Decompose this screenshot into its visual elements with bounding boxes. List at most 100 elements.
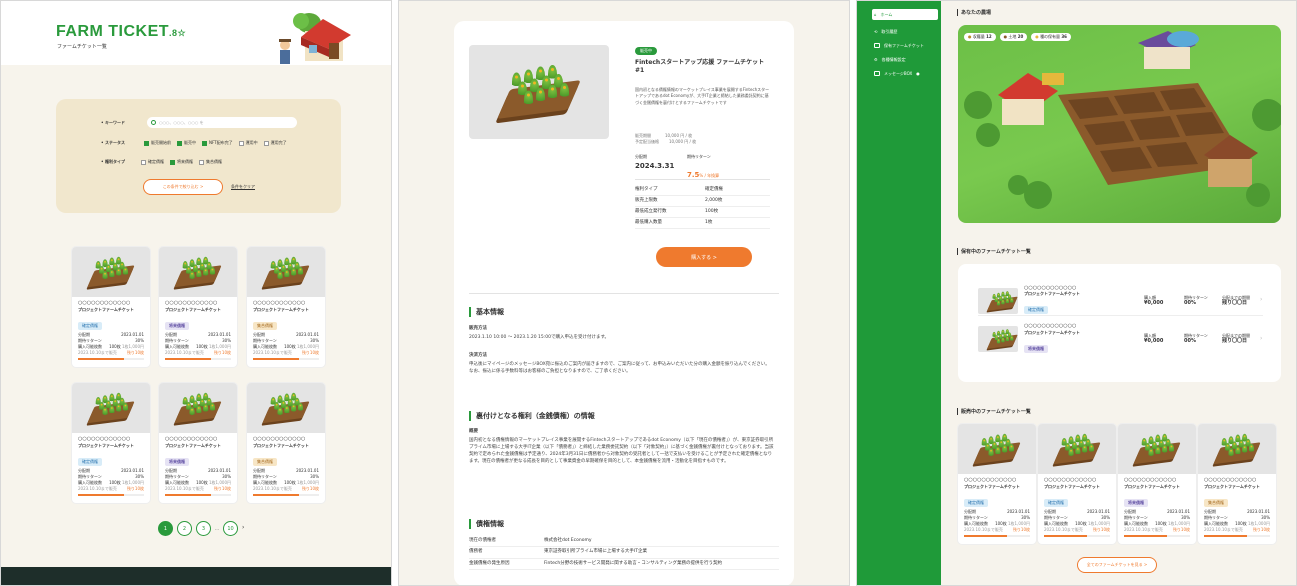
keyword-input[interactable]: ○○○、○○○、○○○ を: [146, 117, 297, 128]
rights-type-tag: 集合債権: [253, 321, 277, 330]
ticket-card-image: [1198, 424, 1276, 474]
page-10-button[interactable]: 10: [223, 521, 238, 536]
ticket-card-subtitle: プロジェクトファームチケット: [253, 442, 309, 448]
logo[interactable]: FARM TICKET.8☆: [56, 23, 186, 41]
sales-progress-bar: [253, 493, 319, 496]
crop-illustration: [973, 433, 1021, 465]
return-label: 期待リターン: [687, 154, 711, 159]
pager-ellipsis: …: [215, 525, 219, 531]
farm-view[interactable]: ● 収穫量 12 ● 土地 20 ● 種の保有量 36: [958, 25, 1281, 223]
sales-progress-bar: [1124, 534, 1190, 537]
crop-illustration: [1213, 433, 1261, 465]
next-page-icon[interactable]: ›: [242, 524, 244, 532]
owned-ticket-list: ○○○○○○○○○○○○ プロジェクトファームチケット 確定債権 購入額 ¥0,0…: [958, 264, 1281, 382]
filter-submit-button[interactable]: この条件で絞り込む >: [143, 179, 223, 195]
card-note-row: 2023.10.10まで販売 残り10枚: [1124, 526, 1190, 532]
rights-type-tag: 将来債権: [1124, 498, 1148, 507]
price-meta: 販売期間 10,000 円 / 枚 予定配当価格 10,000 円 / 枚: [635, 133, 697, 144]
ticket-card-title: ○○○○○○○○○○○○: [78, 436, 131, 442]
ticket-card[interactable]: ○○○○○○○○○○○○ プロジェクトファームチケット 確定債権 分配期 2023…: [72, 383, 150, 503]
rights-checkbox-2[interactable]: 集合債権: [198, 159, 222, 165]
owned-return: 期待リターン 00%: [1184, 294, 1208, 306]
owned-return: 期待リターン 00%: [1184, 333, 1208, 345]
card-note-row: 2023.10.10まで販売 残り10枚: [1204, 526, 1270, 532]
status-checkbox-3[interactable]: 運用中: [238, 140, 258, 146]
rights-checkbox-1[interactable]: 将来債権: [169, 159, 193, 165]
status-checkbox-2[interactable]: NFT配布完了: [201, 140, 233, 146]
sale-section-title: 販売中のファームチケット一覧: [957, 408, 1031, 415]
credit-info-row: 債務者 東京証券取引所プライム市場に上場する大手IT企業: [469, 547, 779, 559]
ticket-card[interactable]: ○○○○○○○○○○○○ プロジェクトファームチケット 確定債権 分配期 2023…: [958, 424, 1036, 544]
ticket-card[interactable]: ○○○○○○○○○○○○ プロジェクトファームチケット 集合債権 分配期 2023…: [247, 247, 325, 367]
nav-home[interactable]: ⌂ ホーム: [872, 9, 938, 20]
ticket-card-subtitle: プロジェクトファームチケット: [78, 306, 134, 312]
buy-button[interactable]: 購入する >: [656, 247, 752, 267]
ticket-card-title: ○○○○○○○○○○○○: [253, 300, 306, 306]
ticket-card-title: ○○○○○○○○○○○○: [1124, 477, 1177, 483]
crop-illustration: [497, 65, 581, 119]
sales-progress-bar: [1044, 534, 1110, 537]
spec-row: 最低成立発行数 100枚: [635, 207, 770, 218]
site-footer: [1, 567, 391, 585]
clear-filter-link[interactable]: 条件をクリア: [231, 184, 255, 189]
ticket-card-title: ○○○○○○○○○○○○: [1044, 477, 1097, 483]
rights-type-tag: 将来債権: [165, 457, 189, 466]
ticket-detail-screen: 販売中 Fintechスタートアップ応援 ファームチケット #1 国内初となる債…: [398, 0, 850, 586]
ticket-card-image: [1038, 424, 1116, 474]
page-1-button[interactable]: 1: [158, 521, 173, 536]
ticket-card-subtitle: プロジェクトファームチケット: [253, 306, 309, 312]
crop-illustration: [262, 256, 310, 288]
sales-progress-bar: [253, 357, 319, 360]
see-all-tickets-button[interactable]: 全てのファームチケットを見る >: [1077, 557, 1157, 573]
status-checkbox-1[interactable]: 販売中: [176, 140, 196, 146]
nav-messages[interactable]: メッセージBOX ●: [872, 68, 938, 79]
ticket-card[interactable]: ○○○○○○○○○○○○ プロジェクトファームチケット 確定債権 分配期 2023…: [1038, 424, 1116, 544]
ticket-image: [469, 45, 609, 139]
sales-progress-bar: [78, 357, 144, 360]
spec-row: 最低購入数量 1枚: [635, 218, 770, 229]
site-header: FARM TICKET.8☆ ファームチケット一覧: [1, 1, 391, 65]
nav-owned-tickets[interactable]: 保有ファームチケット: [872, 40, 938, 51]
page-2-button[interactable]: 2: [177, 521, 192, 536]
ticket-card[interactable]: ○○○○○○○○○○○○ プロジェクトファームチケット 将来債権 分配期 2023…: [159, 247, 237, 367]
credit-info-heading: 債権情報: [469, 519, 504, 529]
ticket-card[interactable]: ○○○○○○○○○○○○ プロジェクトファームチケット 確定債権 分配期 2023…: [72, 247, 150, 367]
ticket-card-image: [247, 247, 325, 297]
rights-type-tag: 将来債権: [1024, 344, 1048, 353]
status-checkbox-4[interactable]: 運用完了: [263, 140, 287, 146]
ticket-title: Fintechスタートアップ応援 ファームチケット #1: [635, 59, 765, 75]
status-checkbox-0[interactable]: 販売開始前: [143, 140, 171, 146]
period-label: 分配期: [635, 154, 647, 159]
nav-history[interactable]: ⟲ 取引履歴: [872, 26, 938, 37]
owned-price: 購入額 ¥0,000: [1144, 333, 1164, 345]
crop-illustration: [987, 329, 1018, 349]
crop-illustration: [262, 392, 310, 424]
owned-ticket-row[interactable]: ○○○○○○○○○○○○ プロジェクトファームチケット 将来債権 購入額 ¥0,0…: [978, 323, 1263, 354]
card-note-row: 2023.10.10まで販売 残り10枚: [1044, 526, 1110, 532]
nav-settings[interactable]: ⚙ 各種情報設定: [872, 54, 938, 65]
ticket-card[interactable]: ○○○○○○○○○○○○ プロジェクトファームチケット 将来債権 分配期 2023…: [159, 383, 237, 503]
period-value: 2024.3.31: [635, 162, 675, 170]
card-note-row: 2023.10.10まで販売 残り10枚: [165, 485, 231, 491]
ticket-card-image: [159, 247, 237, 297]
rights-checkbox-0[interactable]: 確定債権: [140, 159, 164, 165]
ticket-card[interactable]: ○○○○○○○○○○○○ プロジェクトファームチケット 集合債権 分配期 2023…: [247, 383, 325, 503]
sales-progress-bar: [1204, 534, 1270, 537]
rights-label: • 権利タイプ: [101, 159, 125, 165]
crop-illustration: [174, 392, 222, 424]
overview-heading: 概要: [469, 429, 478, 434]
farm-ticket-list-screen: FARM TICKET.8☆ ファームチケット一覧 • キーワード ○○○、○○…: [0, 0, 392, 586]
ticket-card[interactable]: ○○○○○○○○○○○○ プロジェクトファームチケット 将来債権 分配期 2023…: [1118, 424, 1196, 544]
owned-ticket-row[interactable]: ○○○○○○○○○○○○ プロジェクトファームチケット 確定債権 購入額 ¥0,0…: [978, 285, 1263, 316]
payment-method-text: 申込後にマイページのメッセージBOX宛に振込のご案内が届きますので、ご案内に従っ…: [469, 362, 770, 374]
page-3-button[interactable]: 3: [196, 521, 211, 536]
farm-section-title: あなたの農場: [957, 9, 991, 16]
owned-ticket-image: [978, 287, 1018, 314]
settings-icon: ⚙: [874, 57, 878, 62]
page-subtitle: ファームチケット一覧: [57, 44, 107, 50]
ticket-card-title: ○○○○○○○○○○○○: [165, 436, 218, 442]
ticket-card-subtitle: プロジェクトファームチケット: [1204, 483, 1260, 489]
status-label: • ステータス: [101, 140, 125, 146]
rights-type-tag: 集合債権: [1204, 498, 1228, 507]
ticket-card[interactable]: ○○○○○○○○○○○○ プロジェクトファームチケット 集合債権 分配期 2023…: [1198, 424, 1276, 544]
